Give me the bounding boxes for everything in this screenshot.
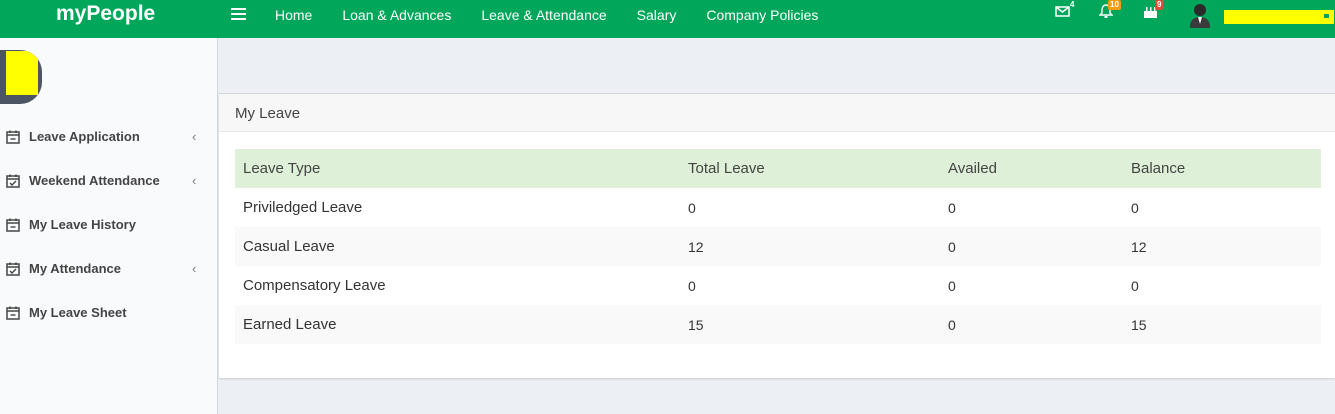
calendar-minus-icon	[6, 218, 20, 232]
alerts-button[interactable]: 10	[1099, 0, 1121, 19]
balance-cell: 15	[1131, 316, 1147, 333]
sidebar-item-label: Leave Application	[29, 129, 140, 144]
chevron-left-icon: ‹	[192, 129, 197, 144]
nav-company-policies[interactable]: Company Policies	[706, 7, 818, 23]
table-row: Compensatory Leave 0 0 0	[235, 266, 1321, 305]
app-logo[interactable]: myPeople	[56, 2, 155, 26]
panel-title: My Leave	[235, 105, 301, 122]
sidebar-item-leave-application[interactable]: Leave Application ‹	[0, 115, 218, 159]
my-leave-panel: My Leave Leave Type Total Leave Availed …	[219, 93, 1335, 378]
sidebar: Leave Application ‹ Weekend Attendance ‹…	[0, 38, 218, 414]
nav-salary[interactable]: Salary	[637, 7, 677, 23]
table-header-row: Leave Type Total Leave Availed Balance	[235, 149, 1321, 188]
leave-type-cell: Earned Leave	[243, 316, 337, 333]
sidebar-item-label: My Leave Sheet	[29, 305, 127, 320]
calendar-check-icon	[6, 174, 20, 188]
balance-cell: 0	[1131, 277, 1139, 294]
calendar-minus-icon	[6, 306, 20, 320]
column-header-leave-type: Leave Type	[243, 160, 321, 177]
chevron-left-icon: ‹	[192, 261, 197, 276]
user-avatar[interactable]	[1189, 2, 1211, 28]
nav-leave-attendance[interactable]: Leave & Attendance	[481, 7, 606, 23]
balance-cell: 12	[1131, 238, 1147, 255]
total-leave-cell: 15	[688, 316, 704, 333]
balance-cell: 0	[1131, 199, 1139, 216]
table-row: Priviledged Leave 0 0 0	[235, 188, 1321, 227]
total-leave-cell: 0	[688, 277, 696, 294]
column-header-availed: Availed	[948, 160, 997, 177]
column-header-balance: Balance	[1131, 160, 1186, 177]
availed-cell: 0	[948, 316, 956, 333]
table-row: Casual Leave 12 0 12	[235, 227, 1321, 266]
availed-cell: 0	[948, 277, 956, 294]
calendar-minus-icon	[6, 130, 20, 144]
events-button[interactable]: 9	[1143, 0, 1164, 19]
table-row: Earned Leave 15 0 15	[235, 305, 1321, 344]
events-count-badge: 9	[1155, 0, 1164, 10]
sidebar-item-my-leave-sheet[interactable]: My Leave Sheet	[0, 291, 218, 335]
messages-count-badge: 4	[1070, 0, 1075, 9]
sidebar-item-weekend-attendance[interactable]: Weekend Attendance ‹	[0, 159, 218, 203]
sidebar-menu: Leave Application ‹ Weekend Attendance ‹…	[0, 115, 218, 335]
profile-avatar	[0, 50, 42, 104]
sidebar-item-my-leave-history[interactable]: My Leave History	[0, 203, 218, 247]
user-name-redacted[interactable]	[1224, 10, 1334, 24]
sidebar-item-label: Weekend Attendance	[29, 173, 160, 188]
sidebar-toggle-icon[interactable]	[231, 8, 246, 22]
leave-type-cell: Casual Leave	[243, 238, 335, 255]
total-leave-cell: 12	[688, 238, 704, 255]
sidebar-item-label: My Attendance	[29, 261, 121, 276]
main-nav: Home Loan & Advances Leave & Attendance …	[275, 7, 848, 23]
availed-cell: 0	[948, 199, 956, 216]
sidebar-item-my-attendance[interactable]: My Attendance ‹	[0, 247, 218, 291]
total-leave-cell: 0	[688, 199, 696, 216]
messages-button[interactable]: 4	[1055, 0, 1074, 18]
chevron-left-icon: ‹	[192, 173, 197, 188]
column-header-total-leave: Total Leave	[688, 160, 765, 177]
nav-home[interactable]: Home	[275, 7, 312, 23]
user-name-redacted-mark	[1324, 14, 1329, 18]
calendar-check-icon	[6, 262, 20, 276]
panel-header: My Leave	[219, 94, 1335, 132]
sidebar-item-label: My Leave History	[29, 217, 136, 232]
alerts-count-badge: 10	[1108, 0, 1121, 10]
leave-table: Leave Type Total Leave Availed Balance P…	[235, 149, 1321, 344]
nav-loan-advances[interactable]: Loan & Advances	[342, 7, 451, 23]
top-navbar: myPeople Home Loan & Advances Leave & At…	[0, 0, 1335, 38]
availed-cell: 0	[948, 238, 956, 255]
leave-type-cell: Priviledged Leave	[243, 199, 363, 216]
leave-type-cell: Compensatory Leave	[243, 277, 386, 294]
